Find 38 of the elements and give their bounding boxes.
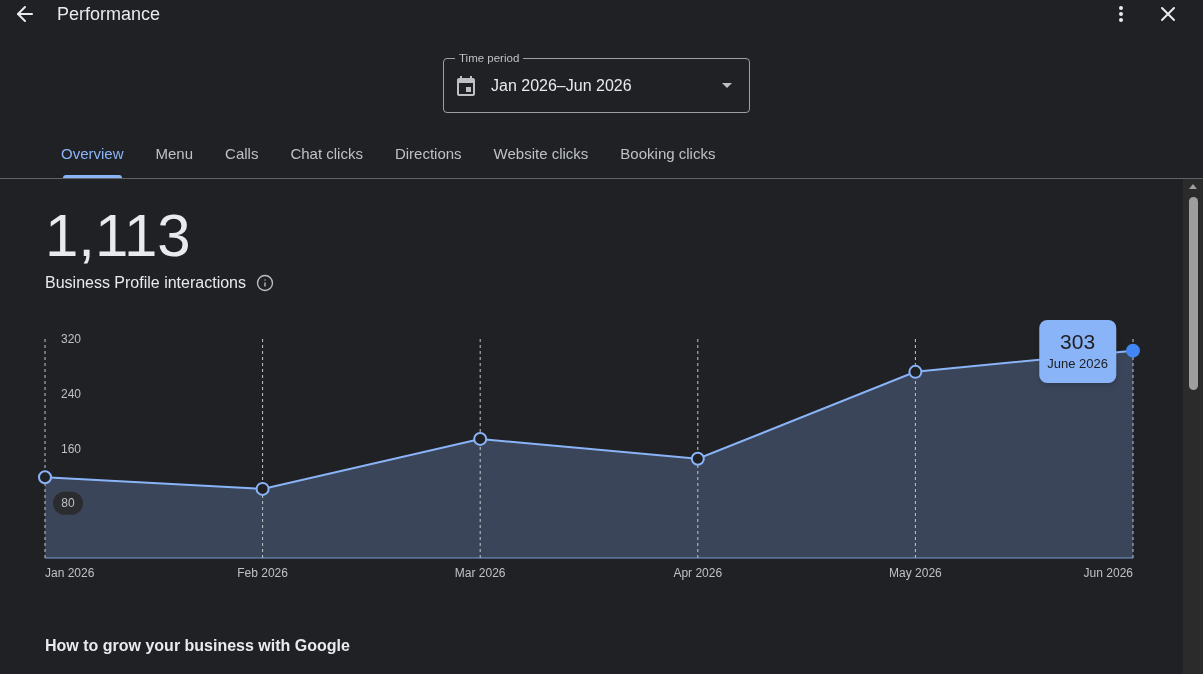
x-axis-label: Jan 2026: [45, 566, 95, 580]
x-axis-label: Apr 2026: [673, 566, 723, 580]
tab[interactable]: Chat clicks: [274, 131, 379, 178]
x-axis-label: Feb 2026: [237, 566, 288, 580]
calendar-icon: [457, 75, 475, 96]
y-axis-label: 320: [61, 332, 82, 346]
info-icon[interactable]: [256, 274, 274, 292]
scrollbar-track[interactable]: [1183, 179, 1203, 674]
y-axis-label: 240: [61, 386, 82, 401]
data-point[interactable]: [473, 431, 488, 446]
tooltip-value: 303: [1060, 329, 1096, 356]
data-point[interactable]: [690, 451, 705, 466]
scrollbar-thumb[interactable]: [1188, 197, 1198, 390]
y-axis-label: 80: [53, 491, 83, 515]
time-period-value: Jan 2026–Jun 2026: [491, 75, 633, 96]
y-tick-label: 80: [61, 496, 75, 511]
tab[interactable]: Directions: [378, 131, 478, 178]
section-heading: How to grow your business with Google: [45, 636, 351, 656]
scroll-up-arrow-icon[interactable]: [1189, 184, 1197, 189]
tab[interactable]: Overview: [45, 131, 140, 178]
tab[interactable]: Calls: [209, 131, 275, 178]
x-axis-label: Mar 2026: [454, 566, 506, 580]
tab[interactable]: Website clicks: [477, 131, 605, 178]
interactions-total: 1,113: [45, 206, 192, 266]
data-point[interactable]: [1126, 343, 1140, 358]
data-point[interactable]: [908, 364, 923, 379]
dropdown-caret-icon: [722, 83, 732, 88]
x-axis-label: Jun 2026: [1083, 566, 1133, 580]
field-label: Time period: [455, 51, 524, 65]
data-point[interactable]: [255, 481, 270, 496]
page-title: Performance: [57, 3, 161, 26]
more-vertical-icon: [1119, 6, 1123, 22]
data-point[interactable]: [38, 470, 52, 485]
y-axis-label: 160: [61, 441, 82, 456]
interactions-label: Business Profile interactions: [45, 273, 246, 293]
tab[interactable]: Booking clicks: [604, 131, 732, 178]
x-axis-label: May 2026: [889, 566, 942, 580]
tab[interactable]: Menu: [139, 131, 210, 178]
